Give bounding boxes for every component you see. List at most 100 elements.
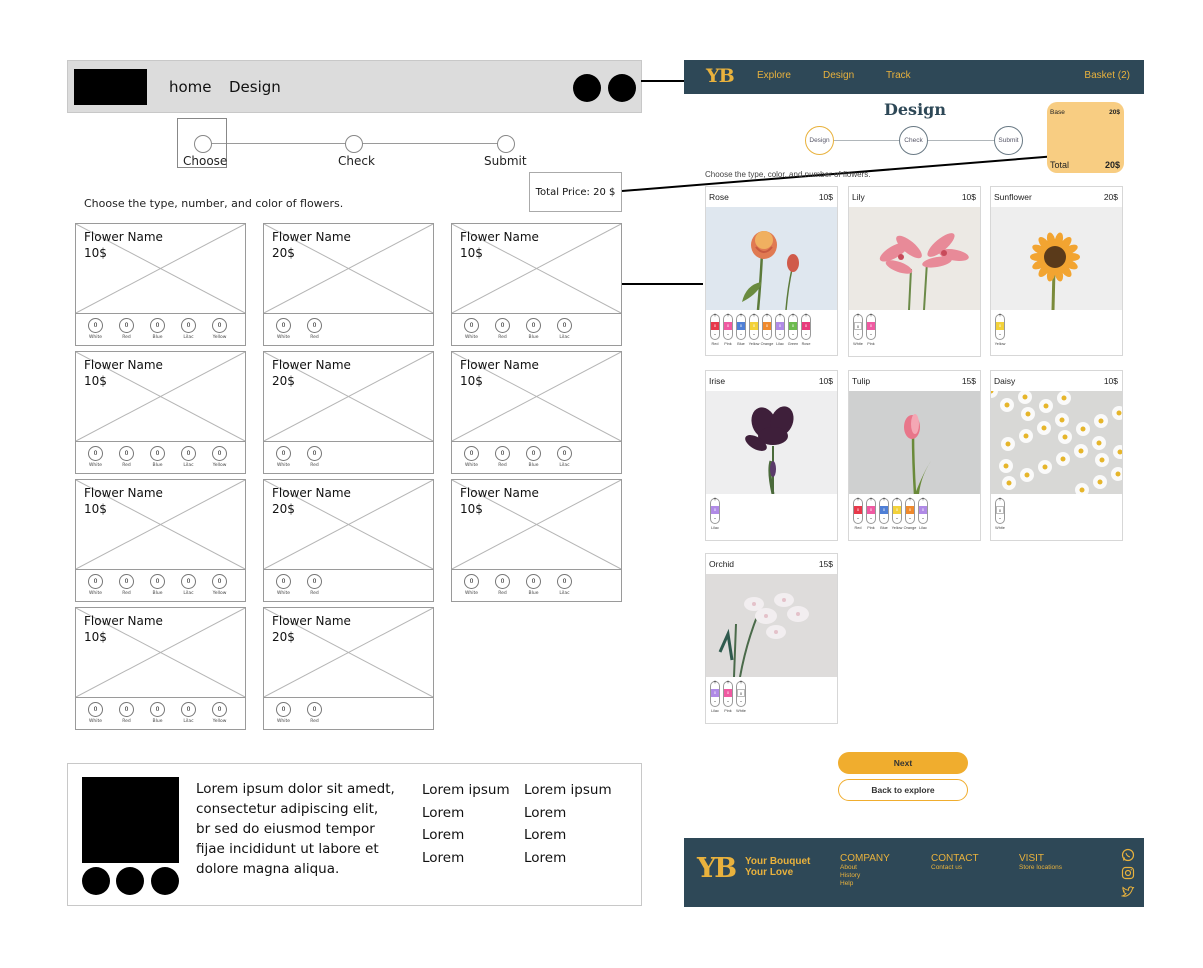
flower-card-lily[interactable]: Lily 10$ +0- White +0- Pink [848, 186, 981, 357]
footer-link-store-locations[interactable]: Store locations [1019, 864, 1062, 872]
quantity-value[interactable]: 0 [119, 446, 134, 461]
quantity-value[interactable]: 0 [557, 574, 572, 589]
decrement-button[interactable]: - [723, 699, 733, 705]
quantity-stepper[interactable]: +0 - Yellow [995, 313, 1006, 346]
footer-link-history[interactable]: History [840, 872, 890, 880]
back-to-explore-button[interactable]: Back to explore [838, 779, 968, 801]
quantity-value[interactable]: 0 [88, 574, 103, 589]
increment-button[interactable]: + [749, 313, 759, 319]
quantity-stepper[interactable]: +0- Lilac [775, 313, 785, 346]
wireframe-nav-home[interactable]: home [169, 78, 212, 96]
quantity-value[interactable]: 0 [150, 318, 165, 333]
quantity-stepper[interactable]: +0- Lilac [710, 680, 720, 713]
quantity-stepper[interactable]: 0 Blue [524, 318, 543, 343]
increment-button[interactable]: + [710, 680, 720, 686]
wireframe-footer-social-icon[interactable] [151, 867, 179, 895]
quantity-stepper[interactable]: 0 Blue [524, 446, 543, 471]
increment-button[interactable]: + [995, 313, 1005, 319]
decrement-button[interactable]: - [866, 332, 876, 338]
wireframe-step-submit-circle[interactable] [497, 135, 515, 153]
quantity-stepper[interactable]: 0 Red [305, 702, 324, 727]
wireframe-flower-card[interactable]: Flower Name 10$ 0 White 0 Red 0 Blue 0 Lilac 0 Yell… [75, 223, 246, 346]
quantity-stepper[interactable]: +0- Blue [736, 313, 746, 346]
quantity-stepper[interactable]: 0 Red [117, 574, 136, 599]
quantity-stepper[interactable]: +0- Blue [879, 497, 889, 530]
quantity-stepper[interactable]: +0 - White [736, 680, 746, 713]
quantity-stepper[interactable]: 0 Lilac [555, 446, 574, 471]
quantity-stepper[interactable]: 0 Lilac [179, 318, 198, 343]
quantity-stepper[interactable]: +0- Pink [866, 497, 876, 530]
quantity-value[interactable]: 0 [276, 574, 291, 589]
quantity-stepper[interactable]: +0 - Rose [801, 313, 811, 346]
quantity-stepper[interactable]: 0 White [86, 574, 105, 599]
quantity-value[interactable]: 0 [276, 446, 291, 461]
quantity-value[interactable]: 0 [119, 318, 134, 333]
quantity-value[interactable]: 0 [150, 702, 165, 717]
wireframe-flower-card[interactable]: Flower Name 10$ 0 White 0 Red 0 Blue 0 Lilac [451, 351, 622, 474]
quantity-stepper[interactable]: 0 Blue [524, 574, 543, 599]
quantity-stepper[interactable]: 0 Red [117, 702, 136, 727]
footer-link-help[interactable]: Help [840, 880, 890, 888]
quantity-stepper[interactable]: 0 Yellow [210, 318, 229, 343]
footer-link[interactable]: Lorem ipsum [524, 779, 612, 802]
quantity-value[interactable]: 0 [276, 702, 291, 717]
quantity-stepper[interactable]: 0 Yellow [210, 702, 229, 727]
quantity-value[interactable]: 0 [307, 574, 322, 589]
decrement-button[interactable]: - [995, 332, 1005, 338]
hifi-nav-explore[interactable]: Explore [757, 70, 791, 81]
quantity-stepper[interactable]: 0 Yellow [210, 446, 229, 471]
hifi-step-design[interactable]: Design [805, 126, 834, 155]
wireframe-flower-card[interactable]: Flower Name 20$ 0 White 0 Red [263, 607, 434, 730]
decrement-button[interactable]: - [788, 332, 798, 338]
quantity-stepper[interactable]: 0 White [274, 702, 293, 727]
quantity-stepper[interactable]: 0 Red [305, 318, 324, 343]
flower-card-sunflower[interactable]: Sunflower 20$ +0 - Yellow [990, 186, 1123, 356]
increment-button[interactable]: + [866, 313, 876, 319]
quantity-value[interactable]: 0 [88, 702, 103, 717]
wireframe-nav-design[interactable]: Design [229, 78, 281, 96]
quantity-stepper[interactable]: 0 Lilac [179, 702, 198, 727]
quantity-value[interactable]: 0 [464, 446, 479, 461]
quantity-stepper[interactable]: 0 Red [493, 318, 512, 343]
footer-link[interactable]: Lorem [422, 802, 510, 825]
quantity-value[interactable]: 0 [181, 318, 196, 333]
quantity-value[interactable]: 0 [212, 318, 227, 333]
increment-button[interactable]: + [710, 497, 720, 503]
footer-link-contact-us[interactable]: Contact us [931, 864, 979, 872]
quantity-stepper[interactable]: 0 Red [117, 318, 136, 343]
hifi-logo[interactable]: YB [706, 65, 735, 87]
instagram-icon[interactable] [1121, 866, 1135, 880]
quantity-stepper[interactable]: +0- Pink [866, 313, 876, 346]
hifi-nav-basket[interactable]: Basket (2) [1084, 70, 1130, 81]
quantity-value[interactable]: 0 [181, 702, 196, 717]
increment-button[interactable]: + [905, 497, 915, 503]
quantity-value[interactable]: 0 [557, 318, 572, 333]
increment-button[interactable]: + [892, 497, 902, 503]
quantity-value[interactable]: 0 [150, 574, 165, 589]
footer-link-about[interactable]: About [840, 864, 890, 872]
quantity-value[interactable]: 0 [464, 574, 479, 589]
decrement-button[interactable]: - [723, 332, 733, 338]
flower-card-rose[interactable]: Rose 10$ +0- Red +0- Pink +0- Blue +0- Yellow +0- O… [705, 186, 838, 356]
increment-button[interactable]: + [853, 313, 863, 319]
decrement-button[interactable]: - [710, 516, 720, 522]
decrement-button[interactable]: - [801, 332, 811, 338]
quantity-stepper[interactable]: +0- Pink [723, 313, 733, 346]
flower-card-tulip[interactable]: Tulip 15$ +0- Red +0- Pink +0- Blue +0- Yellow +0-… [848, 370, 981, 541]
quantity-value[interactable]: 0 [526, 318, 541, 333]
wireframe-flower-card[interactable]: Flower Name 10$ 0 White 0 Red 0 Blue 0 Lilac [451, 223, 622, 346]
quantity-value[interactable]: 0 [557, 446, 572, 461]
quantity-value[interactable]: 0 [464, 318, 479, 333]
footer-link[interactable]: Lorem ipsum [422, 779, 510, 802]
quantity-value[interactable]: 0 [526, 574, 541, 589]
quantity-stepper[interactable]: 0 Red [117, 446, 136, 471]
quantity-value[interactable]: 0 [307, 446, 322, 461]
decrement-button[interactable]: - [892, 516, 902, 522]
quantity-stepper[interactable]: +0- Red [710, 313, 720, 346]
twitter-icon[interactable] [1121, 885, 1135, 899]
whatsapp-icon[interactable] [1121, 848, 1135, 862]
quantity-stepper[interactable]: 0 Red [493, 574, 512, 599]
quantity-value[interactable]: 0 [526, 446, 541, 461]
wireframe-flower-card[interactable]: Flower Name 20$ 0 White 0 Red [263, 351, 434, 474]
quantity-value[interactable]: 0 [150, 446, 165, 461]
